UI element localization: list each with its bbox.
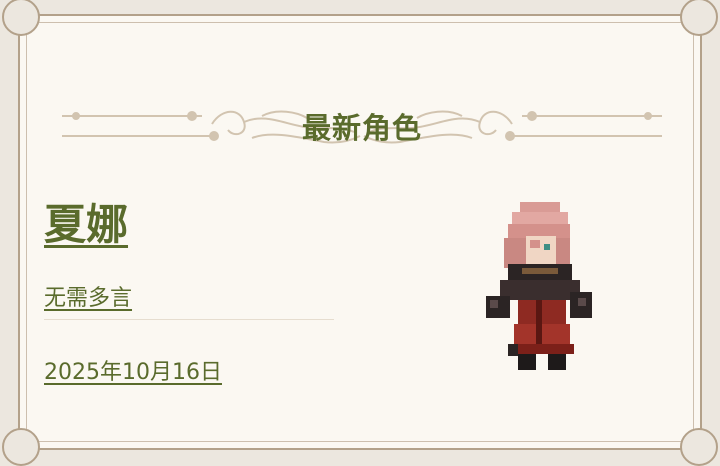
corner-ornament (2, 428, 40, 466)
corner-ornament (680, 0, 718, 36)
character-sprite-icon[interactable] (478, 184, 598, 374)
character-date-link[interactable]: 2025年10月16日 (44, 354, 222, 386)
section-header: 最新角色 (62, 96, 662, 156)
divider (44, 319, 334, 320)
corner-ornament (680, 428, 718, 466)
character-subtitle-link[interactable]: 无需多言 (44, 280, 132, 312)
section-title: 最新角色 (301, 111, 422, 145)
character-name-link[interactable]: 夏娜 (44, 191, 128, 252)
